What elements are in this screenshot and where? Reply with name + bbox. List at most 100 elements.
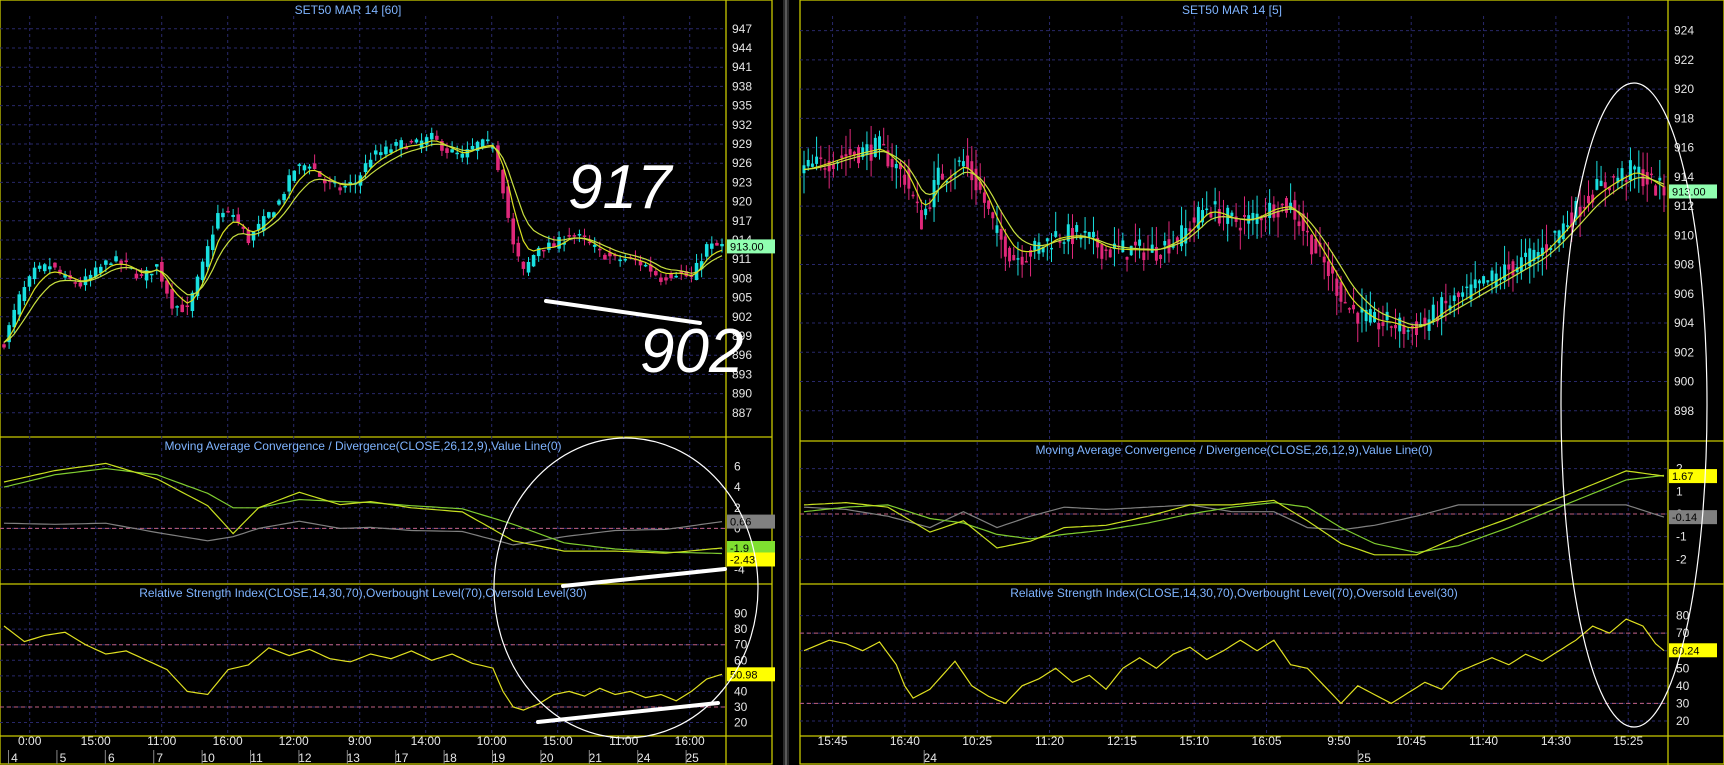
candle-body [1406,330,1410,332]
candle-body [1339,282,1343,302]
candle-body [966,155,970,169]
candle-body [1213,201,1217,205]
candle-body [450,149,454,153]
candle-body [17,294,22,315]
candle-body [1624,180,1628,182]
rsi-tick-label: 30 [734,700,748,714]
candle-body [1595,179,1599,190]
candle-body [541,249,546,252]
candle-body [1347,308,1351,310]
price-pane-title: SET50 MAR 14 [60] [295,3,402,17]
candle-body [1561,223,1565,240]
dual-chart-canvas: SET50 MAR 14 [60] 0:00 15:00 11:00 16:00 12:0… [0,0,1724,765]
candle-body [190,292,195,312]
candle-body [1490,270,1494,282]
price-tick-label: 890 [732,387,752,401]
date-axis-label: 20 [540,751,554,765]
macd-line [803,470,1665,556]
date-axis-label: 19 [492,751,506,765]
candle-body [582,235,587,237]
price-tick-label: 908 [1674,258,1694,272]
left-chart-pane: SET50 MAR 14 [60] 0:00 15:00 11:00 16:00 12:0… [0,0,775,765]
candle-body [205,246,210,267]
candle-body [1108,249,1112,258]
date-axis-label: 7 [156,751,163,765]
candle-body [1284,198,1288,213]
candle-body [139,274,144,276]
candle-body [1062,242,1066,244]
candle-body [185,305,190,307]
candle-body [384,146,388,155]
rsi-tick-label: 70 [734,638,748,652]
date-axis-label: 17 [395,751,409,765]
annotation-902: 902 [640,317,743,386]
candle-body [1150,244,1154,253]
candle-body [603,254,607,260]
candle-body [704,244,709,257]
candle-body [455,152,459,155]
candle-body [2,344,6,348]
candle-body [974,168,978,191]
candle-body [1008,247,1012,262]
macd-line [3,462,723,554]
candle-body [277,200,281,205]
candle-body [1133,241,1137,246]
time-axis-label: 15:45 [818,734,848,748]
price-tick-label: 911 [732,252,751,266]
time-axis-label: 11:00 [609,734,638,748]
candle-body [1297,221,1301,227]
time-axis-label: 10:25 [962,734,992,748]
rsi-line [803,618,1665,705]
macd-value-text: 1.67 [1672,471,1693,483]
candle-body [919,210,923,230]
candle-body [1163,240,1167,246]
price-tick-label: 935 [732,99,752,113]
candle-body [511,218,516,245]
candle-body [715,242,719,246]
candle-body [501,169,505,194]
candle-body [1452,295,1456,302]
candle-body [78,282,83,287]
candle-body [307,166,312,169]
rsi-tick-label: 40 [1676,679,1690,693]
candle-body [664,277,668,281]
right-chart-pane: SET50 MAR 14 [5] 15:45 16:40 10:25 11:20 12:1… [799,0,1724,765]
candle-body [282,193,286,201]
candle-body [32,267,37,280]
price-tick-label: 920 [1674,82,1694,96]
candle-body [343,185,347,188]
candle-body [200,261,205,281]
candle-body [226,210,230,213]
price-tick-label: 887 [732,406,752,420]
candle-body [882,143,886,146]
candle-body [1305,230,1309,233]
candle-body [53,262,57,268]
rsi-tick-label: 70 [1676,626,1690,640]
time-axis-label: 11:20 [1035,734,1064,748]
candle-body [894,164,898,169]
date-axis-label: 24 [924,751,938,765]
candle-body [1461,292,1465,297]
candle-body [1125,256,1129,260]
candle-body [1628,160,1632,180]
price-tick-label: 923 [732,175,752,189]
candle-body [720,243,724,247]
candle-body [961,161,965,167]
macd-title: Moving Average Convergence / Divergence(… [1035,443,1432,457]
candle-body [848,149,852,155]
candle-body [1456,292,1460,298]
rsi-line [3,625,723,711]
candle-body [1045,238,1049,242]
price-tick-label: 938 [732,79,752,93]
candle-body [1654,185,1658,196]
candle-body [1415,321,1418,336]
candle-body [1326,261,1330,277]
candle-body [623,259,628,261]
rsi-tick-label: 80 [1676,609,1690,623]
candle-body [840,155,844,158]
candle-body [1037,242,1041,254]
candle-body [1243,215,1246,217]
candle-body [643,264,648,267]
candle-body [1322,256,1326,263]
price-tick-label: 917 [732,214,752,228]
